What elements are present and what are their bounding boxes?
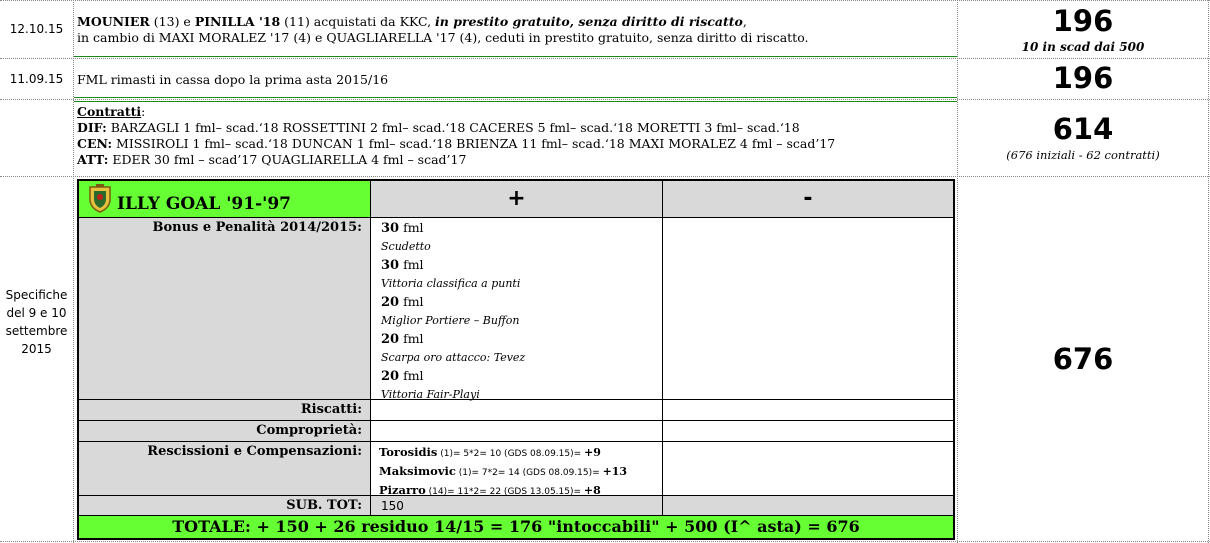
bonus-amount: 20: [381, 332, 400, 347]
rescissione-calc: (1)= 7*2= 14 (GDS 08.09.15)=: [455, 468, 603, 478]
row-rule-1: [0, 58, 1210, 59]
bonus-amount: 30: [381, 221, 400, 236]
row-rule-3: [0, 176, 1210, 177]
minus-header: -: [663, 181, 953, 218]
bonus-note: Miglior Portiere – Buffon: [381, 314, 520, 327]
bonus-item: 20 fml: [381, 293, 662, 312]
contracts-title: Contratti: [77, 104, 142, 119]
row4-date: Specifiche del 9 e 10 settembre 2015: [5, 288, 68, 356]
rescissione-item: Torosidis (1)= 5*2= 10 (GDS 08.09.15)= +…: [379, 444, 662, 463]
bonus-unit: fml: [399, 368, 424, 383]
bonus-minus-cell: [663, 218, 953, 400]
role-dif: DIF:: [77, 120, 107, 135]
row-green-rule-2: [74, 97, 957, 98]
row1-line1: MOUNIER (13) e PINILLA '18 (11) acquista…: [77, 14, 954, 30]
bonus-label: Bonus e Penalità 2014/2015:: [79, 218, 371, 400]
bonus-unit: fml: [399, 257, 424, 272]
contracts-cen-text: MISSIROLI 1 fml– scad.‘18 DUNCAN 1 fml– …: [112, 136, 836, 151]
riscatti-label: Riscatti:: [79, 400, 371, 421]
bonus-unit: fml: [399, 331, 424, 346]
bonus-note: Scarpa oro attacco: Tevez: [381, 351, 526, 364]
plus-header: +: [371, 181, 663, 218]
contracts-cen: CEN: MISSIROLI 1 fml– scad.‘18 DUNCAN 1 …: [77, 136, 954, 152]
player-pinilla: PINILLA '18: [194, 14, 281, 29]
riscatti-plus-cell: [371, 400, 663, 421]
contracts-block: Contratti: DIF: BARZAGLI 1 fml– scad.‘18…: [74, 102, 954, 174]
riscatti-minus-cell: [663, 400, 953, 421]
rescissione-calc: (1)= 5*2= 10 (GDS 08.09.15)=: [437, 449, 585, 459]
row2-description: FML rimasti in cassa dopo la prima asta …: [77, 72, 389, 87]
row1-description: MOUNIER (13) e PINILLA '18 (11) acquista…: [74, 12, 954, 56]
rescissioni-list: Torosidis (1)= 5*2= 10 (GDS 08.09.15)= +…: [371, 442, 663, 497]
row3-note: (676 iniziali - 62 contratti): [1006, 148, 1160, 162]
row-green-rule-1: [74, 56, 957, 57]
row1-text-b: (11) acquistati da KKC,: [280, 14, 436, 29]
bonus-item: 20 fml: [381, 367, 662, 386]
row1-loan-terms: in prestito gratuito, senza diritto di r…: [435, 14, 743, 29]
contracts-dif: DIF: BARZAGLI 1 fml– scad.‘18 ROSSETTINI…: [77, 120, 954, 136]
row1-text-a: (13) e: [149, 14, 195, 29]
bonus-note: Vittoria classifica a punti: [381, 277, 521, 290]
contracts-dif-text: BARZAGLI 1 fml– scad.‘18 ROSSETTINI 2 fm…: [106, 120, 800, 135]
contracts-att-text: EDER 30 fml – scad’17 QUAGLIARELLA 4 fml…: [108, 152, 467, 167]
bonus-list: 30 fml Scudetto 30 fml Vittoria classifi…: [371, 218, 663, 401]
bonus-item: 30 fml: [381, 256, 662, 275]
rescissione-value: +13: [602, 465, 628, 478]
player-name: Pizarro: [379, 483, 426, 497]
contracts-title-line: Contratti:: [77, 104, 954, 120]
comproprieta-label: Comproprietà:: [79, 421, 371, 442]
team-header-cell: ILLY GOAL '91-'97: [79, 181, 371, 218]
bonus-unit: fml: [399, 220, 424, 235]
subtot-label: SUB. TOT:: [79, 496, 371, 516]
team-name: ILLY GOAL '91-'97: [117, 194, 291, 214]
row1-note: 10 in scad dai 500: [1021, 40, 1145, 54]
col-rule-3: [1208, 0, 1209, 543]
comproprieta-minus-cell: [663, 421, 953, 442]
rescissioni-label: Rescissioni e Compensazioni:: [79, 442, 371, 496]
row1-line2: in cambio di MAXI MORALEZ '17 (4) e QUAG…: [77, 30, 809, 45]
rescissione-item: Maksimovic (1)= 7*2= 14 (GDS 08.09.15)= …: [379, 463, 662, 482]
row1-value: 196: [1052, 4, 1114, 38]
rescissione-value: +9: [584, 446, 601, 459]
bonus-table: ILLY GOAL '91-'97 + - Bonus e Penalità 2…: [77, 179, 955, 540]
bottom-rule: [0, 541, 1210, 542]
subtot-value: 150: [371, 496, 663, 516]
bonus-note: Scudetto: [381, 240, 431, 253]
bonus-amount: 30: [381, 258, 400, 273]
bonus-item: 30 fml: [381, 219, 662, 238]
contracts-att: ATT: EDER 30 fml – scad’17 QUAGLIARELLA …: [77, 152, 954, 168]
role-att: ATT:: [77, 152, 109, 167]
row-rule-2: [0, 99, 1210, 100]
row2-date: 11.09.15: [9, 72, 64, 86]
row1-date: 12.10.15: [9, 22, 64, 36]
row1-comma: ,: [742, 14, 747, 29]
player-mounier: MOUNIER: [77, 14, 150, 29]
subtot-minus-cell: [663, 496, 953, 516]
player-name: Maksimovic: [379, 464, 456, 478]
top-rule: [0, 0, 1210, 1]
role-cen: CEN:: [77, 136, 113, 151]
team-crest-icon: [89, 184, 111, 213]
rescissioni-minus-cell: [663, 442, 953, 496]
comproprieta-plus-cell: [371, 421, 663, 442]
bonus-amount: 20: [381, 369, 400, 384]
bonus-unit: fml: [399, 294, 424, 309]
player-name: Torosidis: [379, 445, 438, 459]
bonus-item: 20 fml: [381, 330, 662, 349]
totale-row: TOTALE: + 150 + 26 residuo 14/15 = 176 "…: [79, 516, 953, 538]
contracts-colon: :: [141, 104, 146, 119]
row4-value: 676: [1052, 342, 1114, 376]
row2-value: 196: [1052, 61, 1114, 95]
row3-value: 614: [1052, 112, 1114, 146]
bonus-amount: 20: [381, 295, 400, 310]
